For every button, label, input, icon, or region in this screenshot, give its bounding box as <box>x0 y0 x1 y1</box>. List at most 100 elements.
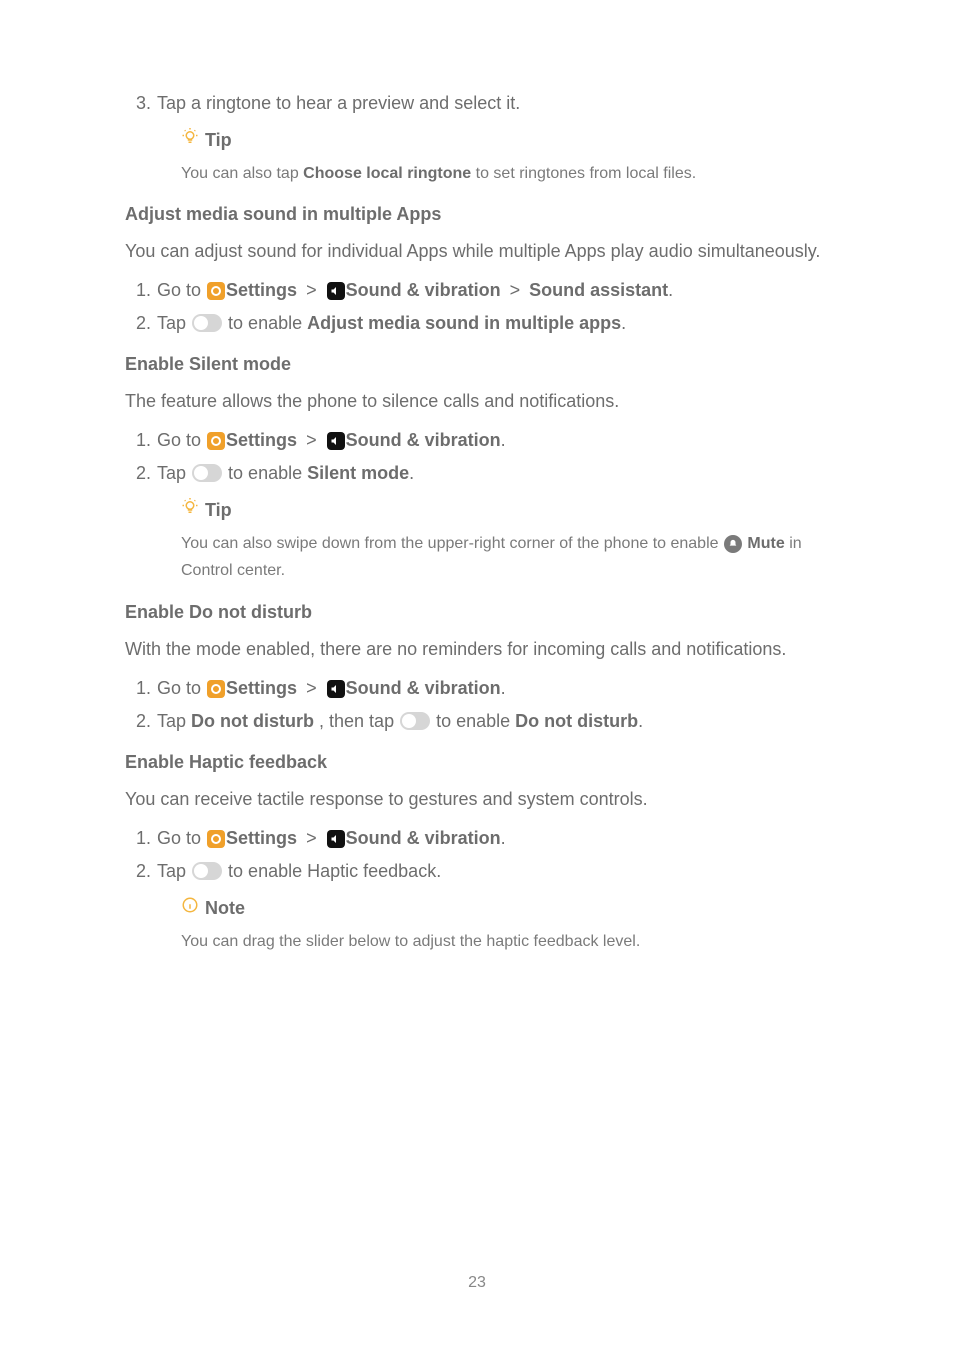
para-dnd: With the mode enabled, there are no remi… <box>125 636 829 663</box>
adjust-step-1: 1. Go to Settings > Sound & vibration > … <box>125 277 829 304</box>
heading-haptic: Enable Haptic feedback <box>125 749 829 776</box>
breadcrumb-sep: > <box>306 828 317 848</box>
breadcrumb-sep: > <box>306 430 317 450</box>
tip-header: Tip <box>181 127 829 154</box>
mute-icon <box>724 535 742 553</box>
tip-text-post: to set ringtones from local files. <box>471 165 696 182</box>
toggle-icon <box>192 464 222 482</box>
settings-icon <box>207 282 225 300</box>
settings-icon <box>207 680 225 698</box>
step-text: Go to Settings > Sound & vibration. <box>157 675 829 702</box>
period: . <box>501 828 506 848</box>
step-text: Go to Settings > Sound & vibration > Sou… <box>157 277 829 304</box>
bold-label: Adjust media sound in multiple apps <box>307 313 621 333</box>
sound-label: Sound & vibration <box>346 828 501 848</box>
settings-label: Settings <box>226 678 297 698</box>
text-tap: Tap <box>157 313 191 333</box>
step-text: Tap to enable Adjust media sound in mult… <box>157 310 829 337</box>
assistant-label: Sound assistant <box>529 280 668 300</box>
settings-label: Settings <box>226 430 297 450</box>
speaker-icon <box>327 680 345 698</box>
dnd-label: Do not disturb <box>191 711 314 731</box>
para-adjust-media: You can adjust sound for individual Apps… <box>125 238 829 265</box>
breadcrumb-sep: > <box>306 678 317 698</box>
list-number: 2. <box>125 708 151 735</box>
text-enable: to enable <box>228 463 307 483</box>
dnd-step-2: 2. Tap Do not disturb , then tap to enab… <box>125 708 829 735</box>
settings-icon <box>207 432 225 450</box>
text-enable: to enable <box>228 313 307 333</box>
tip-bold: Choose local ringtone <box>303 165 471 182</box>
tip-text: You can also tap <box>181 165 303 182</box>
period: . <box>501 678 506 698</box>
toggle-icon <box>400 712 430 730</box>
list-number: 1. <box>125 427 151 454</box>
step-text: Go to Settings > Sound & vibration. <box>157 825 829 852</box>
heading-silent: Enable Silent mode <box>125 351 829 378</box>
mute-label: Mute <box>743 535 785 552</box>
para-silent: The feature allows the phone to silence … <box>125 388 829 415</box>
step-3: 3. Tap a ringtone to hear a preview and … <box>125 90 829 117</box>
para-haptic: You can receive tactile response to gest… <box>125 786 829 813</box>
step-text: Go to Settings > Sound & vibration. <box>157 427 829 454</box>
period: . <box>638 711 643 731</box>
text-tap: Tap <box>157 463 191 483</box>
text-goto: Go to <box>157 280 206 300</box>
haptic-step-2: 2. Tap to enable Haptic feedback. <box>125 858 829 885</box>
list-number: 1. <box>125 825 151 852</box>
sound-label: Sound & vibration <box>346 280 501 300</box>
tip-body: You can also tap Choose local ringtone t… <box>181 160 829 187</box>
list-number: 2. <box>125 460 151 487</box>
breadcrumb-sep: > <box>306 280 317 300</box>
period: . <box>409 463 414 483</box>
bold-label: Do not disturb <box>515 711 638 731</box>
tip-header: Tip <box>181 497 829 524</box>
note-header: Note <box>181 895 829 922</box>
list-number: 3. <box>125 90 151 117</box>
speaker-icon <box>327 830 345 848</box>
lightbulb-icon <box>181 497 199 524</box>
speaker-icon <box>327 282 345 300</box>
period: . <box>621 313 626 333</box>
step-text: Tap a ringtone to hear a preview and sel… <box>157 90 829 117</box>
text-enable: to enable <box>436 711 515 731</box>
heading-adjust-media: Adjust media sound in multiple Apps <box>125 201 829 228</box>
toggle-icon <box>192 862 222 880</box>
settings-label: Settings <box>226 828 297 848</box>
period: . <box>501 430 506 450</box>
period: . <box>668 280 673 300</box>
toggle-icon <box>192 314 222 332</box>
text-goto: Go to <box>157 678 206 698</box>
step-text: Tap to enable Silent mode. <box>157 460 829 487</box>
note-label: Note <box>205 895 245 922</box>
text-tap: Tap <box>157 711 191 731</box>
list-number: 1. <box>125 277 151 304</box>
info-icon <box>181 895 199 922</box>
silent-step-2: 2. Tap to enable Silent mode. <box>125 460 829 487</box>
list-number: 1. <box>125 675 151 702</box>
step-text: Tap Do not disturb , then tap to enable … <box>157 708 829 735</box>
list-number: 2. <box>125 858 151 885</box>
text-tap: Tap <box>157 861 191 881</box>
lightbulb-icon <box>181 127 199 154</box>
silent-step-1: 1. Go to Settings > Sound & vibration. <box>125 427 829 454</box>
haptic-step-1: 1. Go to Settings > Sound & vibration. <box>125 825 829 852</box>
step-text: Tap to enable Haptic feedback. <box>157 858 829 885</box>
dnd-step-1: 1. Go to Settings > Sound & vibration. <box>125 675 829 702</box>
text-goto: Go to <box>157 828 206 848</box>
heading-dnd: Enable Do not disturb <box>125 599 829 626</box>
adjust-step-2: 2. Tap to enable Adjust media sound in m… <box>125 310 829 337</box>
note-body: You can drag the slider below to adjust … <box>181 928 829 955</box>
tip-body: You can also swipe down from the upper-r… <box>181 530 829 584</box>
text-then: , then tap <box>314 711 399 731</box>
settings-label: Settings <box>226 280 297 300</box>
settings-icon <box>207 830 225 848</box>
bold-label: Silent mode <box>307 463 409 483</box>
text-goto: Go to <box>157 430 206 450</box>
tip-label: Tip <box>205 497 232 524</box>
page-number: 23 <box>0 1271 954 1295</box>
tip-text: You can also swipe down from the upper-r… <box>181 535 723 552</box>
sound-label: Sound & vibration <box>346 430 501 450</box>
speaker-icon <box>327 432 345 450</box>
tip-label: Tip <box>205 127 232 154</box>
